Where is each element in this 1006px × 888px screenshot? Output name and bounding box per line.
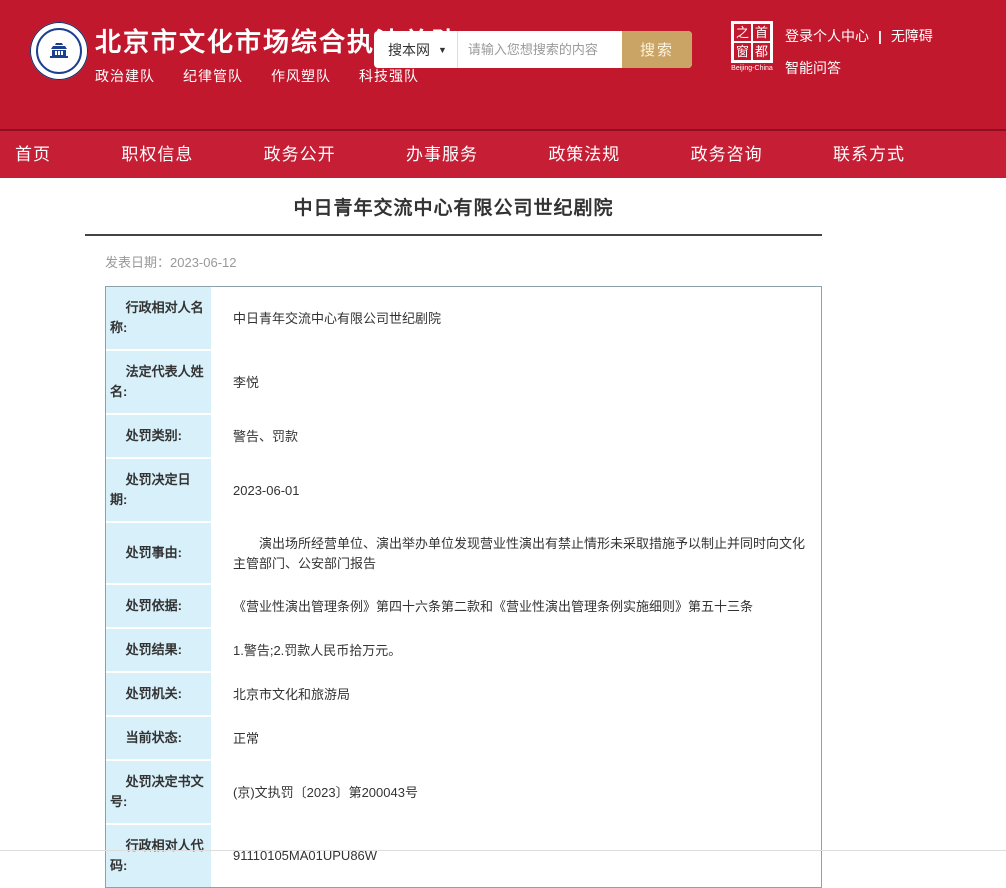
- row-value-cell: 中日青年交流中心有限公司世纪剧院: [213, 287, 821, 351]
- main-nav: 首页 职权信息 政务公开 办事服务 政策法规 政务咨询 联系方式: [0, 131, 1006, 178]
- row-value-cell: 《营业性演出管理条例》第四十六条第二款和《营业性演出管理条例实施细则》第五十三条: [213, 585, 821, 629]
- search-bar: 搜本网 ▼ 搜索: [374, 31, 692, 68]
- row-label: 当前状态:: [106, 717, 211, 759]
- row-label-cell: 处罚机关:: [106, 673, 213, 717]
- row-label: 处罚事由:: [106, 532, 211, 574]
- row-value-cell: (京)文执罚〔2023〕第200043号: [213, 761, 821, 825]
- smart-qa-link[interactable]: 智能问答: [785, 58, 841, 78]
- table-row: 行政相对人名称: 中日青年交流中心有限公司世纪剧院: [106, 287, 821, 351]
- capital-window-seal-icon: 之 首 窗 都: [731, 21, 773, 63]
- row-value-cell: 李悦: [213, 351, 821, 415]
- capital-window-logo[interactable]: 之 首 窗 都 Beijing-China: [731, 21, 773, 72]
- row-label: 处罚结果:: [106, 629, 211, 671]
- title-divider: [85, 234, 822, 236]
- table-row: 处罚决定日期: 2023-06-01: [106, 459, 821, 523]
- agency-logo[interactable]: [30, 22, 88, 80]
- table-row: 当前状态: 正常: [106, 717, 821, 761]
- seal-char: 都: [752, 42, 771, 61]
- main-content: 中日青年交流中心有限公司世纪剧院 发表日期：2023-06-12 行政相对人名称…: [85, 193, 822, 888]
- row-label-cell: 法定代表人姓名:: [106, 351, 213, 415]
- seal-char: 首: [752, 23, 771, 42]
- link-separator: |: [878, 28, 882, 44]
- chevron-down-icon: ▼: [438, 45, 447, 55]
- row-value: 《营业性演出管理条例》第四十六条第二款和《营业性演出管理条例实施细则》第五十三条: [213, 586, 821, 628]
- slogan-item: 政治建队: [95, 66, 155, 86]
- row-label-cell: 处罚依据:: [106, 585, 213, 629]
- row-value-cell: 北京市文化和旅游局: [213, 673, 821, 717]
- table-row: 处罚依据: 《营业性演出管理条例》第四十六条第二款和《营业性演出管理条例实施细则…: [106, 585, 821, 629]
- row-label: 处罚决定书文号:: [106, 761, 211, 823]
- table-row: 处罚决定书文号: (京)文执罚〔2023〕第200043号: [106, 761, 821, 825]
- row-label-cell: 处罚事由:: [106, 523, 213, 585]
- row-value: 2023-06-01: [213, 470, 821, 512]
- row-label-cell: 处罚决定日期:: [106, 459, 213, 523]
- row-label: 处罚机关:: [106, 673, 211, 715]
- row-value: (京)文执罚〔2023〕第200043号: [213, 772, 821, 814]
- search-input[interactable]: [458, 31, 622, 68]
- row-value: 北京市文化和旅游局: [213, 674, 821, 716]
- row-label-cell: 处罚类别:: [106, 415, 213, 459]
- row-value: 正常: [213, 718, 821, 760]
- seal-char: 窗: [733, 42, 752, 61]
- row-value-cell: 正常: [213, 717, 821, 761]
- slogan-item: 科技强队: [359, 66, 419, 86]
- row-label-cell: 处罚结果:: [106, 629, 213, 673]
- row-label-cell: 行政相对人代码:: [106, 825, 213, 887]
- row-value: 1.警告;2.罚款人民币拾万元。: [213, 630, 821, 672]
- row-label-cell: 处罚决定书文号:: [106, 761, 213, 825]
- header-links: 登录个人中心 | 无障碍 智能问答: [785, 26, 933, 78]
- nav-item[interactable]: 首页: [15, 131, 51, 178]
- site-header: 北京市文化市场综合执法总队 政治建队 纪律管队 作风塑队 科技强队 搜本网 ▼ …: [0, 0, 1006, 131]
- row-value: 警告、罚款: [213, 416, 821, 458]
- page-bottom-divider: [0, 850, 1006, 851]
- agency-emblem-icon: [36, 28, 82, 74]
- nav-item[interactable]: 政策法规: [548, 131, 620, 178]
- nav-item[interactable]: 办事服务: [406, 131, 478, 178]
- agency-slogans: 政治建队 纪律管队 作风塑队 科技强队: [95, 66, 459, 86]
- row-value: 李悦: [213, 362, 821, 404]
- nav-items: 首页 职权信息 政务公开 办事服务 政策法规 政务咨询 联系方式: [15, 131, 905, 178]
- search-scope-dropdown[interactable]: 搜本网 ▼: [374, 31, 458, 68]
- row-value-cell: 警告、罚款: [213, 415, 821, 459]
- row-value-cell: 1.警告;2.罚款人民币拾万元。: [213, 629, 821, 673]
- row-value-cell: 演出场所经营单位、演出举办单位发现营业性演出有禁止情形未采取措施予以制止并同时向…: [213, 523, 821, 585]
- page-title: 中日青年交流中心有限公司世纪剧院: [85, 193, 822, 220]
- row-label-cell: 当前状态:: [106, 717, 213, 761]
- row-label: 处罚类别:: [106, 415, 211, 457]
- nav-item[interactable]: 政务咨询: [691, 131, 763, 178]
- table-row: 法定代表人姓名: 李悦: [106, 351, 821, 415]
- row-label: 处罚依据:: [106, 585, 211, 627]
- seal-caption: Beijing-China: [731, 65, 773, 72]
- slogan-item: 纪律管队: [183, 66, 243, 86]
- slogan-item: 作风塑队: [271, 66, 331, 86]
- row-label: 法定代表人姓名:: [106, 351, 211, 413]
- row-value-cell: 91110105MA01UPU86W: [213, 825, 821, 887]
- seal-char: 之: [733, 23, 752, 42]
- row-label: 处罚决定日期:: [106, 459, 211, 521]
- row-value: 演出场所经营单位、演出举办单位发现营业性演出有禁止情形未采取措施予以制止并同时向…: [213, 523, 821, 585]
- table-row: 处罚类别: 警告、罚款: [106, 415, 821, 459]
- row-label: 行政相对人代码:: [106, 825, 211, 887]
- search-scope-label: 搜本网: [388, 40, 430, 60]
- table-row: 处罚机关: 北京市文化和旅游局: [106, 673, 821, 717]
- login-link[interactable]: 登录个人中心: [785, 26, 869, 46]
- nav-item[interactable]: 联系方式: [833, 131, 905, 178]
- row-value: 91110105MA01UPU86W: [213, 835, 821, 877]
- row-label-cell: 行政相对人名称:: [106, 287, 213, 351]
- accessibility-link[interactable]: 无障碍: [891, 26, 933, 46]
- penalty-info-table: 行政相对人名称: 中日青年交流中心有限公司世纪剧院 法定代表人姓名: 李悦 处罚…: [105, 286, 822, 888]
- table-row: 行政相对人代码: 91110105MA01UPU86W: [106, 825, 821, 887]
- table-row: 处罚结果: 1.警告;2.罚款人民币拾万元。: [106, 629, 821, 673]
- nav-item[interactable]: 职权信息: [121, 131, 193, 178]
- row-value: 中日青年交流中心有限公司世纪剧院: [213, 298, 821, 340]
- row-label: 行政相对人名称:: [106, 287, 211, 349]
- row-value-cell: 2023-06-01: [213, 459, 821, 523]
- search-button[interactable]: 搜索: [622, 31, 692, 68]
- nav-item[interactable]: 政务公开: [264, 131, 336, 178]
- publish-date: 发表日期：2023-06-12: [105, 252, 822, 271]
- table-row: 处罚事由: 演出场所经营单位、演出举办单位发现营业性演出有禁止情形未采取措施予以…: [106, 523, 821, 585]
